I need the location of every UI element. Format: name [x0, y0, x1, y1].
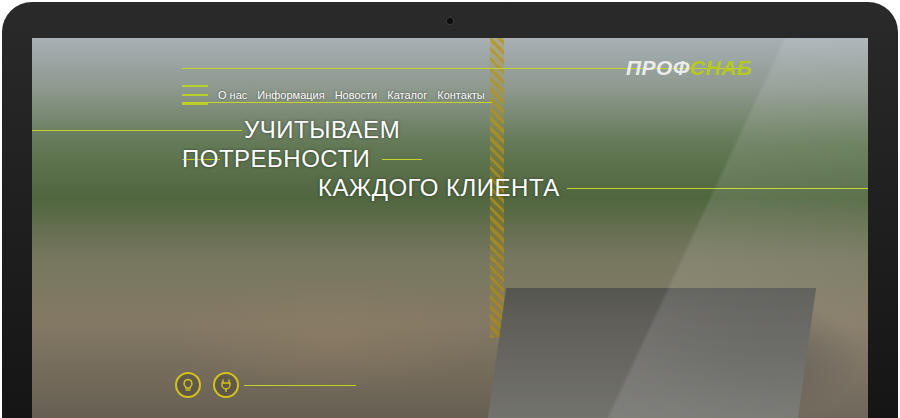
menu-icon[interactable] — [182, 85, 208, 105]
decor-line — [244, 385, 356, 386]
site-logo[interactable]: ПРОФСНАБ — [622, 54, 756, 81]
decor-line — [382, 159, 422, 160]
website-screen: ПРОФСНАБ О нас Информация Новости Каталог Кон… — [32, 38, 868, 418]
monitor-frame: ПРОФСНАБ О нас Информация Новости Каталог Кон… — [2, 2, 898, 418]
headline-line: УЧИТЫВАЕМ — [244, 116, 400, 144]
logo-text: ПРОФ — [626, 56, 690, 79]
main-nav: О нас Информация Новости Каталог Контакты — [218, 88, 485, 102]
headline-line: КАЖДОГО КЛИЕНТА — [318, 174, 560, 202]
decor-line — [182, 102, 492, 103]
nav-link[interactable]: Каталог — [387, 88, 427, 102]
nav-link[interactable]: О нас — [218, 88, 247, 102]
decor-line — [567, 188, 868, 189]
plug-icon[interactable] — [213, 372, 239, 398]
nav-link[interactable]: Новости — [335, 88, 378, 102]
nav-link[interactable]: Контакты — [437, 88, 485, 102]
logo-text: СНАБ — [690, 56, 752, 79]
lightbulb-icon[interactable] — [175, 372, 201, 398]
screen-reflection — [608, 38, 868, 418]
camera-icon — [445, 16, 455, 26]
decor-line — [32, 130, 242, 131]
headline-line: ПОТРЕБНОСТИ — [182, 145, 370, 173]
nav-link[interactable]: Информация — [257, 88, 324, 102]
